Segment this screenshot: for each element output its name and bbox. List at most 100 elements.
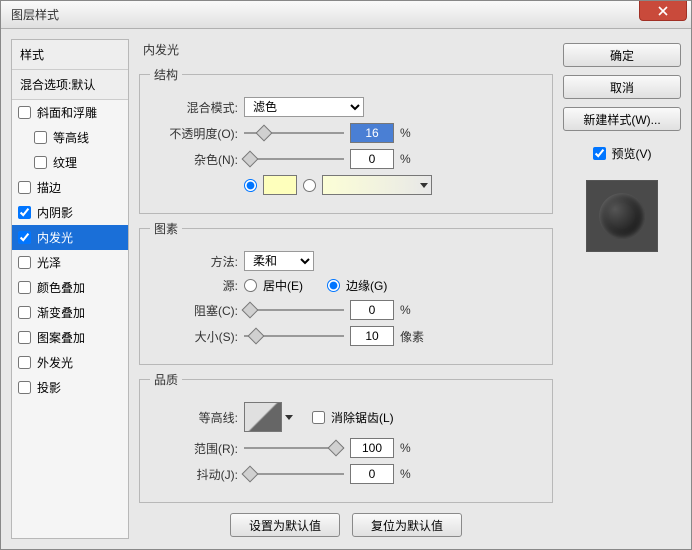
source-center-radio[interactable] — [244, 279, 257, 292]
sidebar-item-9[interactable]: 图案叠加 — [12, 325, 128, 350]
styles-sidebar: 样式 混合选项:默认 斜面和浮雕等高线纹理描边内阴影内发光光泽颜色叠加渐变叠加图… — [11, 39, 129, 539]
sidebar-checkbox-1[interactable] — [34, 131, 47, 144]
sidebar-checkbox-7[interactable] — [18, 281, 31, 294]
size-unit: 像素 — [400, 328, 424, 345]
color-swatch[interactable] — [263, 175, 297, 195]
preview-sphere — [599, 193, 645, 239]
sidebar-checkbox-0[interactable] — [18, 106, 31, 119]
quality-group: 品质 等高线: 消除锯齿(L) 范围(R): % 抖动(J): — [139, 371, 553, 503]
opacity-label: 不透明度(O): — [150, 125, 238, 142]
sidebar-item-label: 内发光 — [37, 229, 73, 246]
sidebar-item-label: 等高线 — [53, 129, 89, 146]
sidebar-item-label: 光泽 — [37, 254, 61, 271]
sidebar-item-10[interactable]: 外发光 — [12, 350, 128, 375]
choke-label: 阻塞(C): — [150, 302, 238, 319]
opacity-unit: % — [400, 126, 411, 140]
sidebar-blend-options[interactable]: 混合选项:默认 — [12, 70, 128, 100]
panel-title: 内发光 — [139, 39, 553, 60]
jitter-slider[interactable] — [244, 466, 344, 482]
structure-legend: 结构 — [150, 66, 182, 83]
sidebar-item-3[interactable]: 描边 — [12, 175, 128, 200]
elements-legend: 图素 — [150, 220, 182, 237]
sidebar-checkbox-5[interactable] — [18, 231, 31, 244]
new-style-button[interactable]: 新建样式(W)... — [563, 107, 681, 131]
sidebar-checkbox-4[interactable] — [18, 206, 31, 219]
source-edge-label: 边缘(G) — [346, 277, 387, 294]
sidebar-item-label: 纹理 — [53, 154, 77, 171]
sidebar-item-5[interactable]: 内发光 — [12, 225, 128, 250]
size-slider[interactable] — [244, 328, 344, 344]
sidebar-item-label: 图案叠加 — [37, 329, 85, 346]
sidebar-item-label: 斜面和浮雕 — [37, 104, 97, 121]
center-panel: 内发光 结构 混合模式: 滤色 不透明度(O): % 杂色(N): % — [139, 39, 553, 539]
range-input[interactable] — [350, 438, 394, 458]
elements-group: 图素 方法: 柔和 源: 居中(E) 边缘(G) 阻塞(C): — [139, 220, 553, 365]
make-default-button[interactable]: 设置为默认值 — [230, 513, 340, 537]
noise-unit: % — [400, 152, 411, 166]
source-edge-radio[interactable] — [327, 279, 340, 292]
sidebar-item-7[interactable]: 颜色叠加 — [12, 275, 128, 300]
preview-label: 预览(V) — [612, 145, 652, 162]
sidebar-item-label: 内阴影 — [37, 204, 73, 221]
quality-legend: 品质 — [150, 371, 182, 388]
size-label: 大小(S): — [150, 328, 238, 345]
noise-input[interactable] — [350, 149, 394, 169]
contour-picker[interactable] — [244, 402, 282, 432]
right-column: 确定 取消 新建样式(W)... 预览(V) — [563, 39, 681, 539]
blend-mode-select[interactable]: 滤色 — [244, 97, 364, 117]
sidebar-item-0[interactable]: 斜面和浮雕 — [12, 100, 128, 125]
close-button[interactable] — [639, 1, 687, 21]
method-select[interactable]: 柔和 — [244, 251, 314, 271]
choke-slider[interactable] — [244, 302, 344, 318]
ok-button[interactable]: 确定 — [563, 43, 681, 67]
preview-box — [586, 180, 658, 252]
opacity-input[interactable] — [350, 123, 394, 143]
defaults-row: 设置为默认值 复位为默认值 — [139, 513, 553, 537]
range-slider[interactable] — [244, 440, 344, 456]
layer-style-dialog: 图层样式 样式 混合选项:默认 斜面和浮雕等高线纹理描边内阴影内发光光泽颜色叠加… — [0, 0, 692, 550]
jitter-unit: % — [400, 467, 411, 481]
contour-label: 等高线: — [150, 409, 238, 426]
sidebar-checkbox-10[interactable] — [18, 356, 31, 369]
sidebar-item-label: 投影 — [37, 379, 61, 396]
antialias-checkbox[interactable] — [312, 411, 325, 424]
sidebar-item-11[interactable]: 投影 — [12, 375, 128, 400]
color-radio-solid[interactable] — [244, 179, 257, 192]
blend-mode-label: 混合模式: — [150, 99, 238, 116]
source-label: 源: — [150, 277, 238, 294]
sidebar-checkbox-6[interactable] — [18, 256, 31, 269]
sidebar-item-label: 描边 — [37, 179, 61, 196]
sidebar-item-label: 颜色叠加 — [37, 279, 85, 296]
titlebar[interactable]: 图层样式 — [1, 1, 691, 29]
sidebar-item-label: 外发光 — [37, 354, 73, 371]
sidebar-checkbox-9[interactable] — [18, 331, 31, 344]
sidebar-checkbox-3[interactable] — [18, 181, 31, 194]
sidebar-item-label: 渐变叠加 — [37, 304, 85, 321]
gradient-picker[interactable] — [322, 175, 432, 195]
cancel-button[interactable]: 取消 — [563, 75, 681, 99]
preview-checkbox[interactable] — [593, 147, 606, 160]
jitter-input[interactable] — [350, 464, 394, 484]
color-radio-gradient[interactable] — [303, 179, 316, 192]
structure-group: 结构 混合模式: 滤色 不透明度(O): % 杂色(N): % — [139, 66, 553, 214]
range-unit: % — [400, 441, 411, 455]
antialias-label: 消除锯齿(L) — [331, 409, 394, 426]
sidebar-item-4[interactable]: 内阴影 — [12, 200, 128, 225]
reset-default-button[interactable]: 复位为默认值 — [352, 513, 462, 537]
choke-input[interactable] — [350, 300, 394, 320]
window-title: 图层样式 — [1, 6, 59, 23]
sidebar-checkbox-2[interactable] — [34, 156, 47, 169]
sidebar-checkbox-8[interactable] — [18, 306, 31, 319]
size-input[interactable] — [350, 326, 394, 346]
noise-slider[interactable] — [244, 151, 344, 167]
close-icon — [658, 6, 668, 16]
jitter-label: 抖动(J): — [150, 466, 238, 483]
sidebar-item-1[interactable]: 等高线 — [12, 125, 128, 150]
sidebar-item-6[interactable]: 光泽 — [12, 250, 128, 275]
opacity-slider[interactable] — [244, 125, 344, 141]
dialog-body: 样式 混合选项:默认 斜面和浮雕等高线纹理描边内阴影内发光光泽颜色叠加渐变叠加图… — [1, 29, 691, 549]
sidebar-checkbox-11[interactable] — [18, 381, 31, 394]
sidebar-header[interactable]: 样式 — [12, 40, 128, 70]
sidebar-item-2[interactable]: 纹理 — [12, 150, 128, 175]
sidebar-item-8[interactable]: 渐变叠加 — [12, 300, 128, 325]
